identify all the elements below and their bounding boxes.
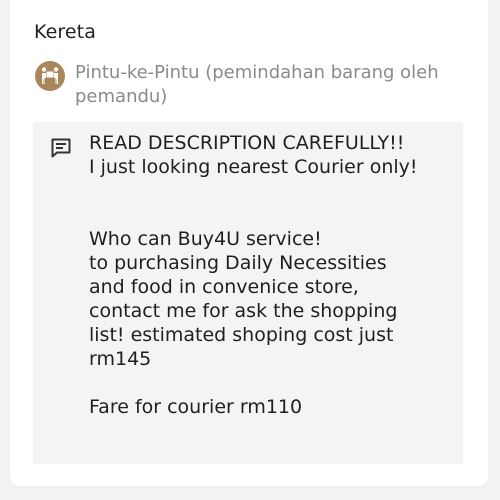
description-text: READ DESCRIPTION CAREFULLY!! I just look…: [89, 132, 418, 418]
order-details-card: Kereta Pintu-ke-Pintu (pemindahan barang…: [10, 0, 488, 486]
service-type-label: Pintu-ke-Pintu (pemindahan barang oleh p…: [75, 62, 439, 107]
message-icon: [49, 136, 73, 160]
vehicle-type: Kereta: [34, 21, 96, 43]
door-to-door-delivery-icon: [35, 61, 65, 91]
description-box: READ DESCRIPTION CAREFULLY!! I just look…: [33, 122, 463, 464]
